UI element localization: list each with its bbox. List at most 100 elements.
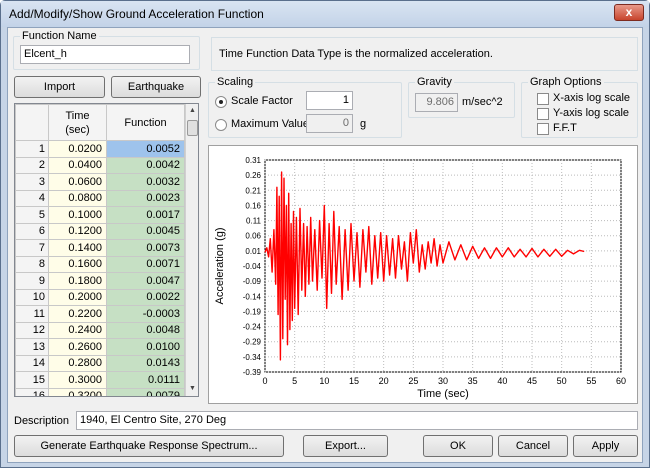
cancel-button[interactable]: Cancel: [498, 435, 568, 457]
y-tick-label: -0.09: [243, 277, 262, 286]
function-cell[interactable]: 0.0023: [106, 189, 185, 207]
time-cell[interactable]: 0.1800: [48, 272, 107, 290]
table-row[interactable]: 13 0.2600 0.0100: [15, 338, 185, 356]
export-button[interactable]: Export...: [303, 435, 388, 457]
y-tick-label: -0.29: [243, 338, 262, 347]
generate-spectrum-button[interactable]: Generate Earthquake Response Spectrum...: [14, 435, 284, 457]
x-tick-label: 0: [262, 376, 267, 386]
table-row[interactable]: 3 0.0600 0.0032: [15, 173, 185, 191]
dialog-client: Function Name Elcent_h Time Function Dat…: [7, 27, 643, 463]
table-row[interactable]: 15 0.3000 0.0111: [15, 371, 185, 389]
function-name-input[interactable]: Elcent_h: [20, 45, 190, 64]
y-tick-label: -0.19: [243, 307, 262, 316]
function-cell[interactable]: 0.0143: [106, 354, 185, 372]
function-cell[interactable]: 0.0048: [106, 321, 185, 339]
y-tick-label: -0.34: [243, 353, 262, 362]
x-log-checkbox[interactable]: [537, 93, 549, 105]
y-tick-label: 0.31: [245, 156, 261, 165]
time-cell[interactable]: 0.2600: [48, 338, 107, 356]
table-row[interactable]: 7 0.1400 0.0073: [15, 239, 185, 257]
function-cell[interactable]: 0.0071: [106, 255, 185, 273]
table-row[interactable]: 14 0.2800 0.0143: [15, 354, 185, 372]
table-row[interactable]: 9 0.1800 0.0047: [15, 272, 185, 290]
table-row[interactable]: 16 0.3200 0.0079: [15, 387, 185, 396]
time-cell[interactable]: 0.1400: [48, 239, 107, 257]
function-cell[interactable]: -0.0003: [106, 305, 185, 323]
y-tick-label: 0.01: [245, 247, 261, 256]
time-cell[interactable]: 0.3000: [48, 371, 107, 389]
x-tick-label: 25: [408, 376, 418, 386]
function-cell[interactable]: 0.0017: [106, 206, 185, 224]
function-cell[interactable]: 0.0022: [106, 288, 185, 306]
table-row[interactable]: 2 0.0400 0.0042: [15, 156, 185, 174]
row-number-cell: 14: [15, 354, 49, 372]
time-cell[interactable]: 0.2000: [48, 288, 107, 306]
apply-button[interactable]: Apply: [573, 435, 638, 457]
ok-button[interactable]: OK: [423, 435, 493, 457]
time-cell[interactable]: 0.0400: [48, 156, 107, 174]
function-cell[interactable]: 0.0032: [106, 173, 185, 191]
description-input[interactable]: 1940, El Centro Site, 270 Deg: [76, 411, 638, 430]
close-button[interactable]: x: [614, 4, 644, 21]
row-number-cell: 10: [15, 288, 49, 306]
scroll-down-icon[interactable]: ▼: [189, 385, 196, 392]
x-tick-label: 30: [438, 376, 448, 386]
time-cell[interactable]: 0.1600: [48, 255, 107, 273]
maximum-value-radio[interactable]: [215, 119, 227, 131]
x-tick-label: 45: [527, 376, 537, 386]
title-bar[interactable]: Add/Modify/Show Ground Acceleration Func…: [1, 1, 649, 27]
graph-options-label: Graph Options: [528, 76, 604, 88]
y-tick-label: 0.21: [245, 186, 261, 195]
function-cell[interactable]: 0.0047: [106, 272, 185, 290]
row-number-cell: 1: [15, 140, 49, 158]
function-cell[interactable]: 0.0052: [106, 140, 185, 158]
y-log-checkbox[interactable]: [537, 108, 549, 120]
table-row[interactable]: 8 0.1600 0.0071: [15, 255, 185, 273]
gravity-label: Gravity: [415, 76, 454, 88]
time-cell[interactable]: 0.0800: [48, 189, 107, 207]
time-cell[interactable]: 0.0200: [48, 140, 107, 158]
function-cell[interactable]: 0.0111: [106, 371, 185, 389]
table-row[interactable]: 4 0.0800 0.0023: [15, 189, 185, 207]
function-cell[interactable]: 0.0045: [106, 222, 185, 240]
row-number-cell: 9: [15, 272, 49, 290]
table-scrollbar[interactable]: ▲ ▼: [185, 104, 198, 396]
info-box: Time Function Data Type is the normalize…: [211, 37, 638, 71]
function-cell[interactable]: 0.0042: [106, 156, 185, 174]
table-row[interactable]: 11 0.2200 -0.0003: [15, 305, 185, 323]
function-data-table[interactable]: Time (sec) Function 1 0.0200 0.0052 2 0.0400…: [14, 103, 199, 397]
table-row[interactable]: 5 0.1000 0.0017: [15, 206, 185, 224]
y-tick-label: 0.16: [245, 201, 261, 210]
time-cell[interactable]: 0.3200: [48, 387, 107, 396]
scroll-thumb[interactable]: [187, 120, 198, 136]
maximum-value-input[interactable]: 0: [306, 114, 353, 133]
time-cell[interactable]: 0.2400: [48, 321, 107, 339]
x-tick-label: 5: [292, 376, 297, 386]
maximum-value-label: Maximum Value: [231, 118, 310, 130]
function-cell[interactable]: 0.0079: [106, 387, 185, 396]
table-row[interactable]: 6 0.1200 0.0045: [15, 222, 185, 240]
time-cell[interactable]: 0.1000: [48, 206, 107, 224]
function-cell[interactable]: 0.0100: [106, 338, 185, 356]
x-tick-label: 55: [586, 376, 596, 386]
scale-factor-radio[interactable]: [215, 96, 227, 108]
time-cell[interactable]: 0.2200: [48, 305, 107, 323]
scale-factor-input[interactable]: 1: [306, 91, 353, 110]
scroll-up-icon[interactable]: ▲: [189, 107, 196, 114]
table-row[interactable]: 1 0.0200 0.0052: [15, 140, 185, 158]
function-cell[interactable]: 0.0073: [106, 239, 185, 257]
fft-label: F.F.T: [553, 122, 577, 134]
table-row[interactable]: 12 0.2400 0.0048: [15, 321, 185, 339]
time-cell[interactable]: 0.1200: [48, 222, 107, 240]
fft-checkbox[interactable]: [537, 123, 549, 135]
import-button[interactable]: Import: [14, 76, 105, 98]
y-tick-label: 0.26: [245, 171, 261, 180]
gravity-input[interactable]: 9.806: [415, 93, 458, 112]
table-row[interactable]: 10 0.2000 0.0022: [15, 288, 185, 306]
row-number-cell: 12: [15, 321, 49, 339]
earthquake-button[interactable]: Earthquake: [111, 76, 201, 98]
time-cell[interactable]: 0.0600: [48, 173, 107, 191]
y-axis-label: Acceleration (g): [214, 227, 226, 304]
gravity-unit: m/sec^2: [462, 96, 503, 108]
time-cell[interactable]: 0.2800: [48, 354, 107, 372]
